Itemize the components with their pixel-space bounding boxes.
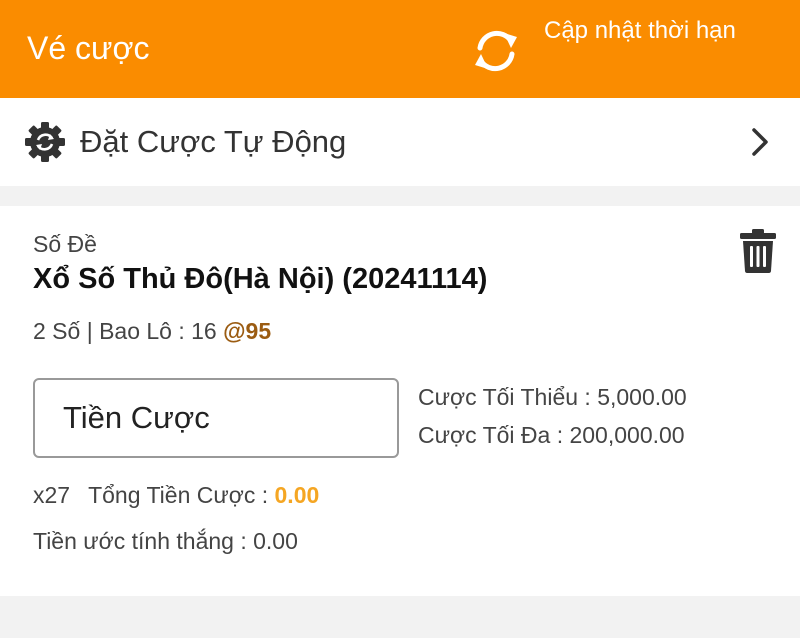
estimated-win: Tiền ước tính thắng : 0.00 bbox=[33, 528, 298, 554]
refresh-button[interactable]: Cập nhật thời hạn bbox=[468, 14, 768, 86]
odds-value: @95 bbox=[223, 318, 272, 344]
max-stake: Cược Tối Đa : 200,000.00 bbox=[418, 422, 685, 448]
bet-title: Xổ Số Thủ Đô(Hà Nội) (20241114) bbox=[33, 263, 488, 295]
chevron-right-icon bbox=[752, 128, 768, 156]
bet-detail: 2 Số | Bao Lô : 16 @95 bbox=[33, 316, 271, 346]
bet-type-info: 2 Số | Bao Lô : 16 bbox=[33, 318, 217, 344]
multiplier: x27 bbox=[33, 482, 71, 508]
refresh-icon bbox=[475, 30, 517, 72]
auto-bet-label: Đặt Cược Tự Động bbox=[80, 124, 347, 159]
page-title: Vé cược bbox=[27, 30, 150, 66]
total-stake-value: 0.00 bbox=[274, 482, 320, 508]
refresh-label: Cập nhật thời hạn bbox=[544, 17, 736, 44]
bet-category: Số Đề bbox=[33, 231, 97, 257]
gear-icon bbox=[25, 122, 65, 162]
app-header: Vé cược Cập nhật thời hạn bbox=[0, 0, 800, 98]
min-stake: Cược Tối Thiểu : 5,000.00 bbox=[418, 384, 687, 410]
total-stake-label: Tổng Tiền Cược : bbox=[88, 482, 269, 508]
auto-bet-row[interactable]: Đặt Cược Tự Động bbox=[0, 98, 800, 186]
total-stake-row: x27 Tổng Tiền Cược : 0.00 bbox=[33, 480, 319, 510]
stake-input[interactable] bbox=[33, 378, 399, 458]
bet-card: Số Đề Xổ Số Thủ Đô(Hà Nội) (20241114) 2 … bbox=[0, 206, 800, 596]
trash-icon[interactable] bbox=[739, 228, 777, 274]
